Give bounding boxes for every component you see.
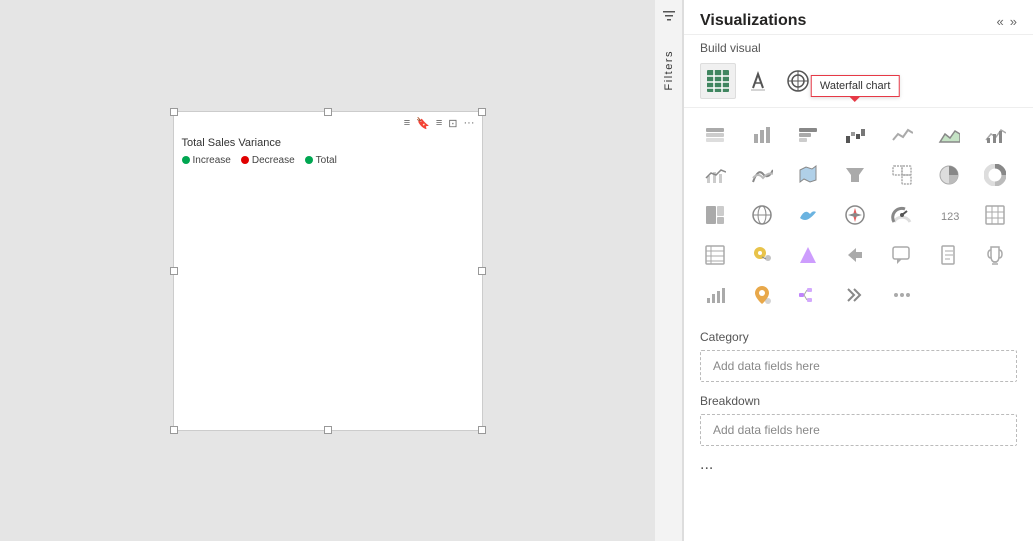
viz-icon-stacked-bar[interactable]	[696, 116, 734, 154]
viz-icon-table[interactable]	[976, 196, 1014, 234]
legend-total: Total	[305, 155, 337, 166]
viz-icon-compass[interactable]	[836, 196, 874, 234]
viz-icon-page[interactable]	[930, 236, 968, 274]
viz-icon-line-clustered[interactable]	[976, 116, 1014, 154]
legend-dot-total	[305, 156, 313, 164]
viz-icon-line-chart[interactable]	[883, 116, 921, 154]
resize-handle-bm[interactable]	[324, 426, 332, 434]
filters-bar-icon	[657, 4, 681, 28]
visual-container[interactable]: ≡ 🔖 ≡ ⊡ ··· Total Sales Variance Increas…	[173, 111, 483, 431]
viz-icon-more-options[interactable]	[883, 276, 921, 314]
canvas-area: ≡ 🔖 ≡ ⊡ ··· Total Sales Variance Increas…	[0, 0, 655, 541]
viz-icon-globe[interactable]	[743, 196, 781, 234]
viz-icon-pie[interactable]	[930, 156, 968, 194]
more-options-icon[interactable]: ···	[463, 116, 476, 130]
viz-header: Visualizations « »	[684, 0, 1033, 35]
viz-top-icon-format[interactable]	[740, 63, 776, 99]
legend-decrease: Decrease	[241, 155, 295, 166]
resize-handle-tr[interactable]	[478, 108, 486, 116]
expand-icon[interactable]: ⊡	[447, 116, 458, 131]
viz-icon-shape[interactable]	[789, 236, 827, 274]
resize-handle-br[interactable]	[478, 426, 486, 434]
chevron-left-icon[interactable]: «	[997, 14, 1004, 29]
visual-title: Total Sales Variance	[174, 135, 482, 153]
viz-icon-arrow[interactable]	[836, 236, 874, 274]
viz-icon-donut[interactable]	[976, 156, 1014, 194]
viz-icon-ribbon[interactable]	[743, 156, 781, 194]
viz-icon-speech-bubble[interactable]	[883, 236, 921, 274]
menu-icon[interactable]: ≡	[403, 116, 411, 130]
category-field-box[interactable]: Add data fields here	[700, 350, 1017, 382]
viz-icon-waterfall-highlighted[interactable]: Waterfall chart	[836, 116, 874, 154]
viz-panel: Visualizations « » Build visual	[683, 0, 1033, 541]
build-visual-label: Build visual	[684, 35, 1033, 59]
visual-body	[174, 168, 482, 430]
legend-increase: Increase	[182, 155, 231, 166]
viz-icon-100-stacked[interactable]	[789, 116, 827, 154]
viz-icon-bar-chart[interactable]	[743, 116, 781, 154]
breakdown-section: Breakdown Add data fields here	[684, 386, 1033, 450]
viz-icon-combo[interactable]	[696, 156, 734, 194]
filters-label: Filters	[663, 42, 675, 98]
breakdown-label: Breakdown	[700, 394, 1017, 408]
resize-handle-bl[interactable]	[170, 426, 178, 434]
waterfall-tooltip: Waterfall chart	[811, 75, 900, 97]
category-label: Category	[700, 330, 1017, 344]
viz-icon-treemap[interactable]	[696, 196, 734, 234]
viz-icon-number[interactable]: 123	[930, 196, 968, 234]
viz-top-icon-table[interactable]	[700, 63, 736, 99]
legend-label-increase: Increase	[193, 155, 231, 166]
legend-dot-increase	[182, 156, 190, 164]
viz-icon-bird[interactable]	[789, 196, 827, 234]
viz-icon-grid: Waterfall chart	[684, 108, 1033, 322]
viz-icon-filled-map[interactable]	[789, 156, 827, 194]
resize-handle-tl[interactable]	[170, 108, 178, 116]
viz-icon-trophy[interactable]	[976, 236, 1014, 274]
pin-icon[interactable]: 🔖	[415, 116, 431, 131]
visual-legend: Increase Decrease Total	[174, 153, 482, 168]
legend-dot-decrease	[241, 156, 249, 164]
more-dots[interactable]: ...	[684, 450, 1033, 480]
viz-icon-location-pin[interactable]	[743, 276, 781, 314]
svg-text:123: 123	[941, 211, 959, 223]
legend-label-total: Total	[316, 155, 337, 166]
viz-icon-gauge[interactable]	[883, 196, 921, 234]
viz-panel-title: Visualizations	[700, 12, 806, 30]
breakdown-field-box[interactable]: Add data fields here	[700, 414, 1017, 446]
legend-label-decrease: Decrease	[252, 155, 295, 166]
filters-sidebar: Filters	[655, 0, 683, 541]
viz-header-icons: « »	[997, 14, 1017, 29]
resize-handle-tm[interactable]	[324, 108, 332, 116]
category-section: Category Add data fields here	[684, 322, 1033, 386]
resize-handle-ml[interactable]	[170, 267, 178, 275]
viz-icon-map-pin[interactable]	[743, 236, 781, 274]
viz-icon-area-chart[interactable]	[930, 116, 968, 154]
chevron-right-icon[interactable]: »	[1010, 14, 1017, 29]
viz-icon-scatter[interactable]	[883, 156, 921, 194]
resize-handle-mr[interactable]	[478, 267, 486, 275]
filter-icon[interactable]: ≡	[435, 116, 443, 130]
viz-icon-matrix[interactable]	[696, 236, 734, 274]
viz-icon-funnel[interactable]	[836, 156, 874, 194]
viz-icon-small-bar[interactable]	[696, 276, 734, 314]
viz-icon-decomp-tree[interactable]	[789, 276, 827, 314]
viz-icon-chevron-right[interactable]	[836, 276, 874, 314]
